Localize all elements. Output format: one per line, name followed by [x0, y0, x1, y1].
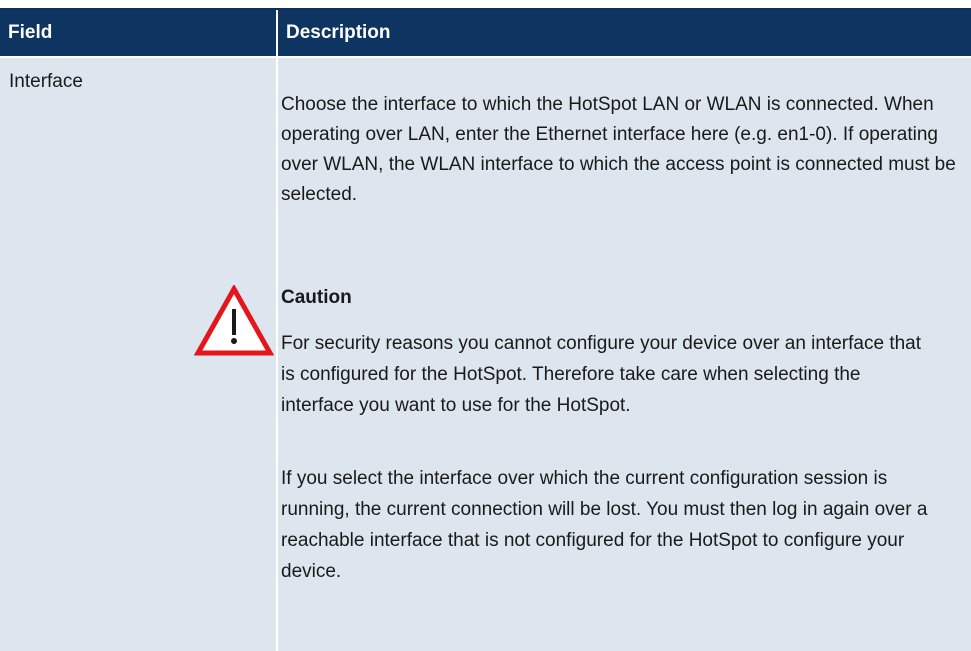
table-row: Interface Choose the interface to which … [0, 58, 971, 651]
field-label-interface: Interface [9, 71, 83, 92]
warning-triangle-icon [194, 285, 274, 356]
field-cell: Interface [0, 58, 276, 264]
caution-title: Caution [281, 287, 352, 308]
field-description-table: Field Description Interface Choose the i… [0, 8, 971, 651]
caution-paragraph: For security reasons you cannot configur… [281, 333, 922, 416]
description-text: Choose the interface to which the HotSpo… [281, 94, 956, 205]
table-header-row: Field Description [0, 10, 971, 56]
header-field: Field [8, 22, 53, 43]
header-description: Description [286, 22, 391, 43]
caution-paragraph: If you select the interface over which t… [281, 468, 928, 582]
